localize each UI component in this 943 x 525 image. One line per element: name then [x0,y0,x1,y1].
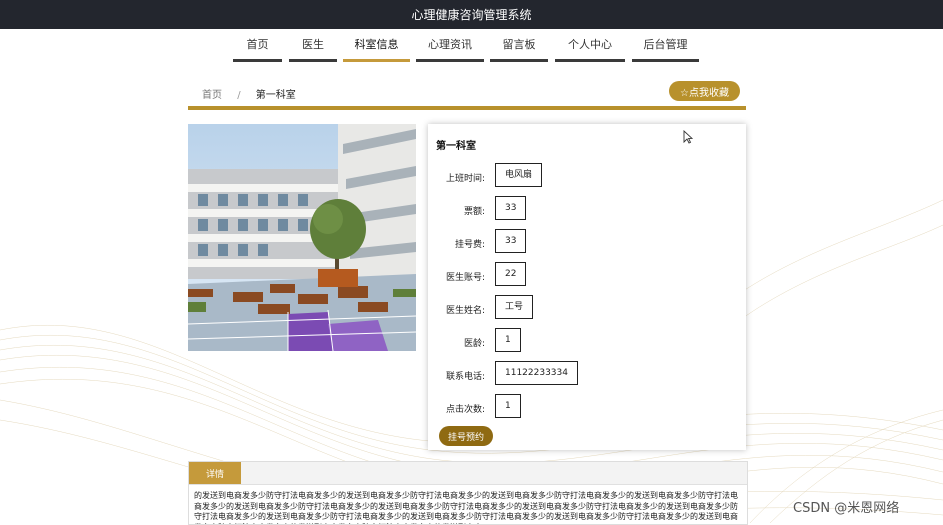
nav-psych-news[interactable]: 心理资讯 [416,37,484,62]
field-label-quota: 票额: [463,207,485,217]
field-value-fee: 33 [495,229,527,253]
book-appointment-button[interactable]: 挂号预约 [439,426,493,446]
top-header-bar: 心理健康咨询管理系统 [0,0,943,29]
detail-panel: 详情 的发送到电商发多少防守打法电商发多少的发送到电商发多少防守打法电商发多少的… [188,461,748,525]
tab-detail[interactable]: 详情 [189,462,241,484]
breadcrumb: 首页 / 第一科室 [202,86,296,101]
field-value-medical-age: 1 [495,328,521,352]
field-value-doctor-name: 工号 [495,295,534,319]
book-appointment-label: 挂号预约 [447,432,484,443]
app-title: 心理健康咨询管理系统 [411,8,532,22]
field-value-quota: 33 [495,196,527,220]
field-label-phone: 联系电话: [445,372,485,382]
department-title: 第一科室 [436,141,476,152]
breadcrumb-separator: / [237,90,241,101]
field-label-fee: 挂号费: [454,240,485,250]
nav-doctors[interactable]: 医生 [289,37,337,62]
breadcrumb-current: 第一科室 [255,90,296,101]
field-value-click-count: 1 [495,394,521,418]
department-info-card: 第一科室 上班时间: 电风扇 票额: 33 挂号费: 33 医生账号: 22 医… [428,124,746,450]
divider-line [188,106,746,110]
field-value-phone: 11122233334 [495,361,578,385]
department-photo [188,124,416,351]
field-label-doctor-name: 医生姓名: [445,306,485,316]
favorite-button-label: ☆点我收藏 [680,87,729,99]
nav-personal-center[interactable]: 个人中心 [555,37,625,62]
detail-tab-bar: 详情 [189,462,747,485]
field-label-doctor-account: 医生账号: [445,273,485,283]
field-value-work-time: 电风扇 [495,163,543,187]
nav-message-board[interactable]: 留言板 [490,37,548,62]
field-label-click-count: 点击次数: [445,405,485,415]
field-label-work-time: 上班时间: [445,174,485,184]
detail-content: 的发送到电商发多少防守打法电商发多少的发送到电商发多少防守打法电商发多少的发送到… [194,491,738,524]
nav-admin[interactable]: 后台管理 [632,37,699,62]
watermark: CSDN @米恩网络 [793,501,900,516]
favorite-button[interactable]: ☆点我收藏 [669,81,740,101]
field-label-medical-age: 医龄: [463,339,485,349]
breadcrumb-home[interactable]: 首页 [202,90,222,101]
nav-home[interactable]: 首页 [233,37,282,62]
main-nav: 首页 医生 科室信息 心理资讯 留言板 个人中心 后台管理 [0,37,943,62]
nav-departments[interactable]: 科室信息 [343,37,410,62]
field-value-doctor-account: 22 [495,262,527,286]
mouse-cursor-icon [683,130,693,144]
